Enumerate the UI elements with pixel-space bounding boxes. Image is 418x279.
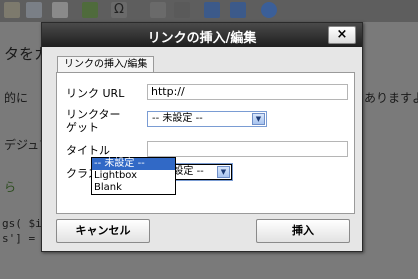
dialog-titlebar[interactable]: リンクの挿入/編集 × xyxy=(42,23,362,47)
bg-text-line2-left: 的に xyxy=(4,91,29,105)
paste-icon xyxy=(26,2,42,18)
media-icon xyxy=(82,2,98,18)
cancel-button[interactable]: キャンセル xyxy=(56,219,150,243)
chevron-down-icon: ▼ xyxy=(252,113,265,125)
close-icon: × xyxy=(336,27,348,42)
special-char-icon: Ω xyxy=(111,2,127,18)
class-option-none[interactable]: -- 未設定 -- xyxy=(92,158,175,170)
editor-toolbar: Ω xyxy=(0,0,418,22)
class-option-lightbox[interactable]: Lightbox xyxy=(92,170,175,182)
target-label-line2: ゲット xyxy=(66,121,99,134)
help-icon xyxy=(261,2,277,18)
url-input[interactable]: http:// xyxy=(147,84,348,100)
outdent-icon xyxy=(150,2,166,18)
class-option-blank[interactable]: Blank xyxy=(92,182,175,194)
target-select-value: -- 未設定 -- xyxy=(152,113,203,124)
insert-link-dialog: リンクの挿入/編集 × リンクの挿入/編集 リンク URL http:// リン… xyxy=(41,22,363,252)
undo-icon xyxy=(204,2,220,18)
tab-insert-link[interactable]: リンクの挿入/編集 xyxy=(57,56,155,73)
redo-icon xyxy=(230,2,246,18)
title-input[interactable] xyxy=(147,141,348,157)
class-dropdown-list[interactable]: -- 未設定 -- Lightbox Blank xyxy=(91,157,176,195)
eraser-icon xyxy=(52,2,68,18)
bg-code-line1: gs( $i xyxy=(2,217,42,230)
bg-code-line2: s'] = xyxy=(2,232,36,245)
bg-text-line4: ら xyxy=(4,180,17,194)
paste-word-icon xyxy=(4,2,20,18)
close-button[interactable]: × xyxy=(328,26,356,44)
title-label: タイトル xyxy=(66,144,110,157)
bg-text-line2-right: ありますよ xyxy=(364,91,418,105)
url-label: リンク URL xyxy=(66,87,125,100)
insert-button[interactable]: 挿入 xyxy=(256,219,350,243)
target-select[interactable]: -- 未設定 -- ▼ xyxy=(147,111,267,127)
dialog-title: リンクの挿入/編集 xyxy=(147,31,257,46)
chevron-down-icon: ▼ xyxy=(217,166,230,178)
indent-icon xyxy=(174,2,190,18)
